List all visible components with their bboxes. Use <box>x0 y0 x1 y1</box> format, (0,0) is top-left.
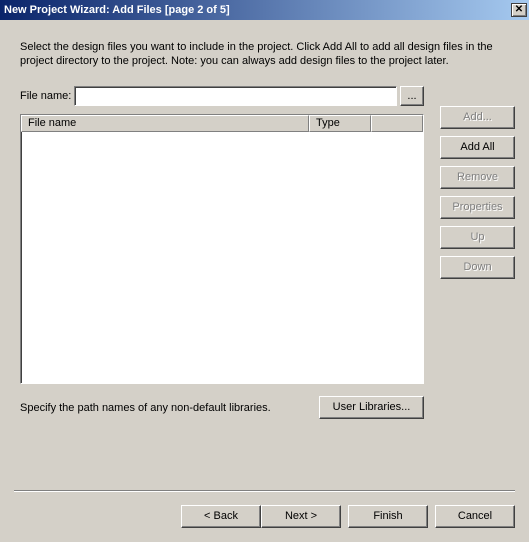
user-libraries-button[interactable]: User Libraries... <box>319 396 424 419</box>
remove-button[interactable]: Remove <box>440 166 515 189</box>
column-header-spacer <box>371 115 423 132</box>
file-list[interactable]: File name Type <box>20 114 424 384</box>
up-button[interactable]: Up <box>440 226 515 249</box>
intro-text: Select the design files you want to incl… <box>20 40 515 68</box>
cancel-button[interactable]: Cancel <box>435 505 515 528</box>
filename-input[interactable] <box>74 86 397 106</box>
close-icon: ✕ <box>515 5 523 15</box>
next-button[interactable]: Next > <box>261 505 341 528</box>
side-buttons: Add... Add All Remove Properties Up Down <box>440 106 515 279</box>
list-header: File name Type <box>21 115 423 132</box>
libraries-text: Specify the path names of any non-defaul… <box>20 402 271 414</box>
filename-row: File name: ... <box>20 86 424 106</box>
libraries-row: Specify the path names of any non-defaul… <box>20 396 424 419</box>
properties-button[interactable]: Properties <box>440 196 515 219</box>
nav-buttons: < Back Next > Finish Cancel <box>181 505 515 528</box>
column-header-type[interactable]: Type <box>309 115 371 132</box>
add-all-button[interactable]: Add All <box>440 136 515 159</box>
add-button[interactable]: Add... <box>440 106 515 129</box>
browse-button[interactable]: ... <box>400 86 424 106</box>
separator-line <box>14 490 515 492</box>
filename-label: File name: <box>20 90 71 102</box>
close-button[interactable]: ✕ <box>511 3 527 17</box>
title-bar: New Project Wizard: Add Files [page 2 of… <box>0 0 529 20</box>
down-button[interactable]: Down <box>440 256 515 279</box>
column-header-filename[interactable]: File name <box>21 115 309 132</box>
window-title: New Project Wizard: Add Files [page 2 of… <box>4 4 230 16</box>
finish-button[interactable]: Finish <box>348 505 428 528</box>
back-button[interactable]: < Back <box>181 505 261 528</box>
dialog-body: Select the design files you want to incl… <box>0 20 529 542</box>
